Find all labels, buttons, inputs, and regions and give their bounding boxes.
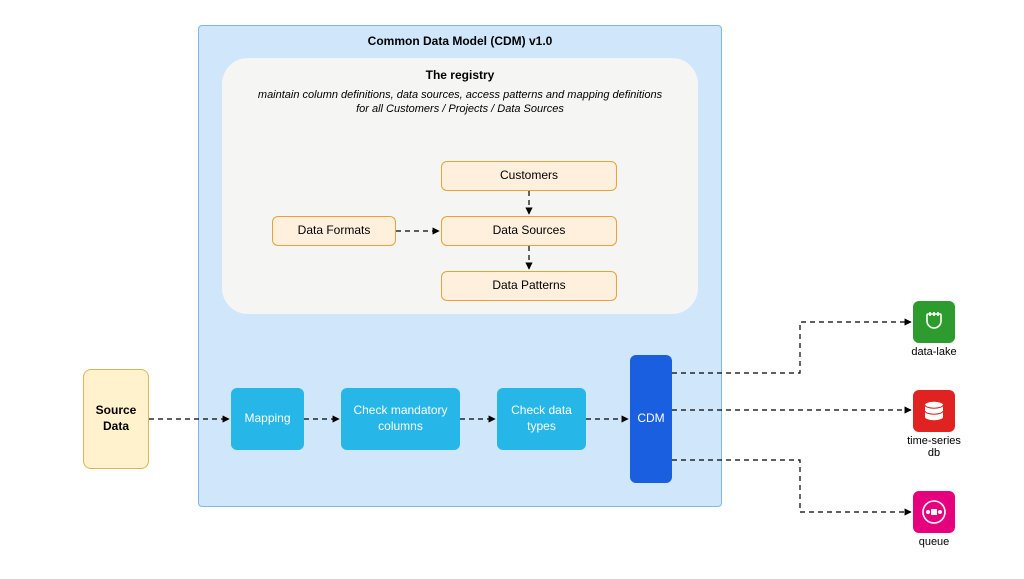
cdm-box: CDM: [630, 355, 672, 483]
source-data-box: Source Data: [83, 369, 149, 469]
time-series-db-icon: [913, 390, 955, 432]
data-patterns-box: Data Patterns: [441, 271, 617, 301]
check-types-box: Check data types: [497, 388, 586, 450]
data-lake-label: data-lake: [904, 346, 964, 358]
queue-icon: [913, 491, 955, 533]
registry-subtitle: maintain column definitions, data source…: [252, 88, 668, 117]
data-formats-box: Data Formats: [272, 216, 396, 246]
check-mandatory-box: Check mandatory columns: [341, 388, 460, 450]
data-sources-box: Data Sources: [441, 216, 617, 246]
customers-box: Customers: [441, 161, 617, 191]
data-lake-icon: [913, 301, 955, 343]
registry-title: The registry: [222, 68, 698, 84]
container-title: Common Data Model (CDM) v1.0: [199, 34, 721, 50]
time-series-db-label: time-series db: [904, 435, 964, 459]
mapping-box: Mapping: [231, 388, 304, 450]
queue-label: queue: [904, 536, 964, 548]
